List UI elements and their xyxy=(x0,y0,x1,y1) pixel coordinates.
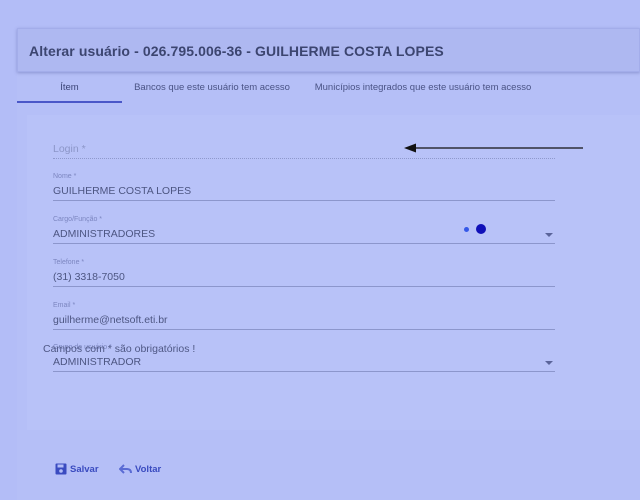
save-icon xyxy=(55,463,67,475)
form-card: Login * Nome * GUILHERME COSTA LOPES Car… xyxy=(27,115,640,430)
role-underline xyxy=(53,243,555,244)
dialog-header: Alterar usuário - 026.795.006-36 - GUILH… xyxy=(17,28,640,72)
login-placeholder: Login * xyxy=(53,143,86,155)
phone-underline xyxy=(53,286,555,287)
email-underline xyxy=(53,329,555,330)
chevron-down-icon[interactable] xyxy=(545,361,553,365)
cursor-dot xyxy=(476,224,486,234)
role-label: Cargo/Função * xyxy=(53,216,103,223)
save-button[interactable]: Salvar xyxy=(55,462,99,476)
user-group-underline xyxy=(53,371,555,372)
back-arrow-icon xyxy=(119,463,132,475)
back-button[interactable]: Voltar xyxy=(119,462,161,476)
chevron-down-icon[interactable] xyxy=(545,233,553,237)
edit-user-dialog: Alterar usuário - 026.795.006-36 - GUILH… xyxy=(17,28,640,500)
phone-value: (31) 3318-7050 xyxy=(53,271,125,283)
active-tab-indicator xyxy=(17,101,122,103)
name-field[interactable]: Nome * GUILHERME COSTA LOPES xyxy=(53,173,555,203)
email-label: Email * xyxy=(53,302,76,309)
name-value: GUILHERME COSTA LOPES xyxy=(53,185,192,197)
login-underline xyxy=(53,158,555,159)
save-label: Salvar xyxy=(70,463,99,475)
user-group-value: ADMINISTRADOR xyxy=(53,356,142,368)
tab-municipalities[interactable]: Municípios integrados que este usuário t… xyxy=(309,74,537,104)
phone-field[interactable]: Telefone * (31) 3318-7050 xyxy=(53,259,555,289)
phone-label: Telefone * xyxy=(53,259,85,266)
role-value: ADMINISTRADORES xyxy=(53,228,156,240)
required-fields-note: Campos com * são obrigatórios ! xyxy=(43,343,196,355)
email-field[interactable]: Email * guilherme@netsoft.eti.br xyxy=(53,302,555,332)
name-underline xyxy=(53,200,555,201)
annotation-arrow xyxy=(404,143,583,153)
back-label: Voltar xyxy=(135,463,162,475)
tab-item[interactable]: Ítem xyxy=(17,74,122,104)
dialog-title: Alterar usuário - 026.795.006-36 - GUILH… xyxy=(29,43,444,59)
tab-banks[interactable]: Bancos que este usuário tem acesso xyxy=(127,74,297,104)
tab-bar: Ítem Bancos que este usuário tem acesso … xyxy=(17,74,640,104)
name-label: Nome * xyxy=(53,173,77,180)
email-value: guilherme@netsoft.eti.br xyxy=(53,314,168,326)
indicator-dot-small xyxy=(464,227,469,232)
